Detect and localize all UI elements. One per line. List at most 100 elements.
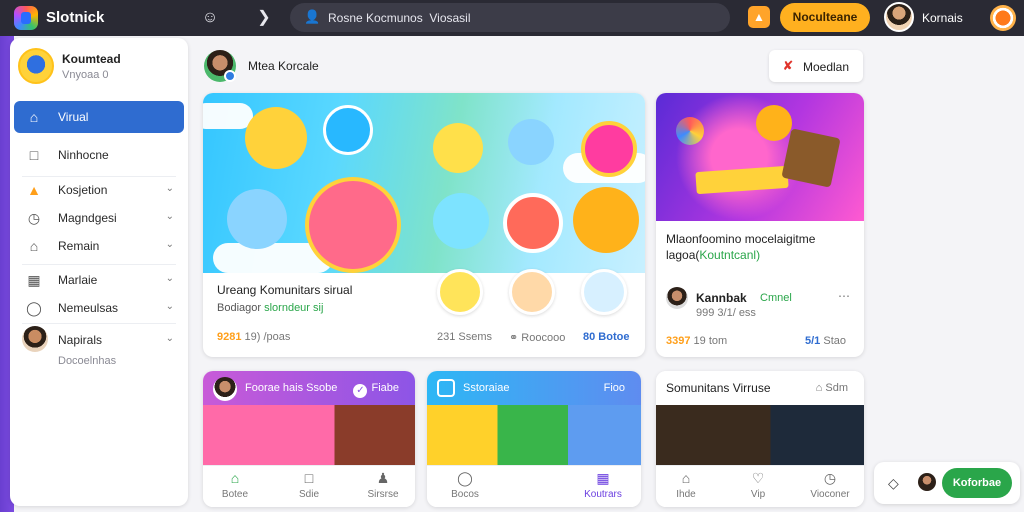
community-card[interactable]: Somunitans Virruse ⌂ Sdm ⌂ Ihde ♡ Vip ◷ … — [656, 371, 864, 507]
home-icon: ⌂ — [815, 382, 823, 394]
tab-label: Sdie — [298, 489, 319, 500]
avatar[interactable] — [918, 473, 936, 491]
card-pill[interactable]: ⌂ Sdm — [810, 379, 854, 397]
bag-icon: □ — [29, 147, 39, 163]
card-tabs: ⌂ Ihde ♡ Vip ◷ Vioconer — [656, 465, 864, 507]
hero-subtitle: Bodiagor slorndeur sij — [217, 302, 324, 314]
sidebar-item-virual[interactable]: ⌂ Virual — [14, 101, 184, 133]
search-input[interactable] — [328, 8, 708, 27]
stat-members: 231 Ssems — [437, 331, 493, 343]
author-name: Kannbak — [696, 291, 747, 305]
search-bar[interactable]: 👤 — [290, 3, 730, 32]
tab-vip[interactable]: ♡ Vip — [728, 470, 788, 504]
group-header[interactable]: Mtea Korcale — [204, 50, 504, 82]
fire-icon: ▲ — [27, 182, 41, 198]
chevron-down-icon[interactable]: ⌄ — [166, 273, 174, 284]
tab-botee[interactable]: ⌂ Botee — [205, 470, 265, 504]
tab-label: Ihde — [676, 489, 696, 500]
pin-icon: ✘ — [782, 58, 794, 73]
avatar-icon — [22, 326, 48, 352]
avatar — [213, 377, 237, 401]
feature-card[interactable]: Mlaonfoomino mocelaigitme lagoa(Koutntca… — [656, 93, 864, 357]
play-icon[interactable]: ❯ — [254, 8, 274, 28]
chevron-down-icon[interactable]: ⌄ — [166, 239, 174, 250]
home-icon: ⌂ — [681, 470, 691, 486]
calendar-icon: ▦ — [596, 470, 610, 486]
feature-author[interactable]: Kannbak Cmnel ⋯ — [666, 287, 856, 311]
avatar — [18, 48, 54, 84]
square-icon — [437, 379, 455, 397]
top-bar: Slotnick ☺ ❯ 👤 ▲ Noculteane Kornais — [0, 0, 1024, 36]
user-name: Kornais — [922, 11, 963, 25]
logo-icon[interactable] — [14, 6, 38, 30]
sidebar-item-ninhocne[interactable]: □ Ninhocne — [14, 139, 184, 171]
check-icon: ✓ — [353, 384, 368, 398]
feature-title: Mlaonfoomino mocelaigitme lagoa(Koutntca… — [666, 232, 816, 262]
sidebar-item-label: Nemeulsas — [58, 301, 119, 315]
group-name: Mtea Korcale — [248, 59, 319, 73]
sidebar-item-label: Napirals — [58, 333, 103, 347]
stat-text: 19) /poas — [244, 331, 291, 343]
card-tabs: ⌂ Botee □ Sdie ♟ Sirsrse — [203, 465, 415, 507]
thumbnail[interactable] — [509, 269, 555, 315]
tab-bocos[interactable]: ◯ Bocos — [435, 470, 495, 504]
button-label: Moedlan — [803, 60, 850, 74]
sidebar-item-nemeulsas[interactable]: ◯ Nemeulsas ⌄ — [14, 292, 184, 324]
orange-chip-icon[interactable]: ▲ — [748, 6, 770, 28]
notification-icon[interactable] — [990, 5, 1016, 31]
user-icon[interactable]: ☺ — [200, 8, 220, 28]
tab-sdie[interactable]: □ Sdie — [279, 470, 339, 504]
hero-illustration — [203, 93, 645, 273]
tab-label: Koutrars — [584, 489, 622, 500]
more-icon[interactable]: ⋯ — [838, 289, 850, 303]
sidebar-item-remain[interactable]: ⌂ Remain ⌄ — [14, 230, 184, 262]
stat-right[interactable]: 5/1 Stao — [805, 335, 846, 347]
card-media — [427, 405, 641, 465]
community-card[interactable]: Foorae hais Ssobe ✓ Fiabe ⌂ Botee □ Sdie … — [203, 371, 415, 507]
tab-sirsrse[interactable]: ♟ Sirsrse — [353, 470, 413, 504]
sidebar-item-napirals[interactable]: Napirals ⌄ — [14, 324, 184, 356]
heart-icon: ♡ — [751, 470, 765, 486]
card-media — [203, 405, 415, 465]
sidebar-item-label: Ninhocne — [58, 148, 109, 162]
tab-label: Vioconer — [810, 489, 850, 500]
card-pill[interactable]: ✓ Fiabe — [347, 379, 405, 398]
moedlan-button[interactable]: ✘ Moedlan — [769, 50, 863, 82]
card-header: Sstoraiae Fioo — [427, 371, 641, 405]
tab-ihde[interactable]: ⌂ Ihde — [656, 470, 716, 504]
chevron-down-icon[interactable]: ⌄ — [166, 183, 174, 194]
stat-text: 19 tom — [693, 335, 728, 347]
feature-illustration — [656, 93, 864, 221]
profile-name: Koumtead — [62, 52, 121, 66]
chevron-down-icon[interactable]: ⌄ — [166, 211, 174, 222]
floating-action-box: ◇ Koforbae — [874, 462, 1020, 504]
sidebar-profile[interactable]: Koumtead Vnyoaa 0 — [18, 48, 178, 88]
square-icon: □ — [304, 470, 314, 486]
sidebar-item-label: Magndgesi — [58, 211, 117, 225]
sidebar: Koumtead Vnyoaa 0 ⌂ Virual □ Ninhocne ▲ … — [10, 38, 188, 506]
hero-subtitle-highlight: slorndeur sij — [264, 302, 324, 314]
chevron-down-icon[interactable]: ⌄ — [166, 301, 174, 312]
stat-link[interactable]: ⚭ Roocooo — [509, 331, 565, 344]
community-card[interactable]: Sstoraiae Fioo ◯ Bocos ▦ Koutrars — [427, 371, 641, 507]
tab-vioconer[interactable]: ◷ Vioconer — [800, 470, 860, 504]
thumbnail[interactable] — [581, 269, 627, 315]
hero-card[interactable]: Ureang Komunitars sirual Bodiagor slornd… — [203, 93, 645, 357]
avatar — [666, 287, 688, 309]
chevron-down-icon[interactable]: ⌄ — [166, 333, 174, 344]
profile-sub: Vnyoaa 0 — [62, 69, 109, 81]
sidebar-item-label: Remain — [58, 239, 100, 253]
tab-koutrars[interactable]: ▦ Koutrars — [573, 470, 633, 504]
thumbnail[interactable] — [437, 269, 483, 315]
card-pill[interactable]: Fioo — [598, 379, 631, 397]
stat-right[interactable]: 80 Botoe — [583, 331, 629, 343]
hero-title: Ureang Komunitars sirual — [217, 283, 353, 297]
koforbae-button[interactable]: Koforbae — [942, 468, 1012, 498]
user-menu[interactable]: Kornais — [884, 2, 984, 34]
card-title: Foorae hais Ssobe — [245, 382, 338, 394]
top-cta-button[interactable]: Noculteane — [780, 3, 870, 32]
shield-icon: ◯ — [26, 300, 42, 316]
gem-icon[interactable]: ◇ — [888, 475, 904, 491]
card-header: Somunitans Virruse ⌂ Sdm — [656, 371, 864, 405]
clock-icon: ◷ — [823, 470, 837, 486]
